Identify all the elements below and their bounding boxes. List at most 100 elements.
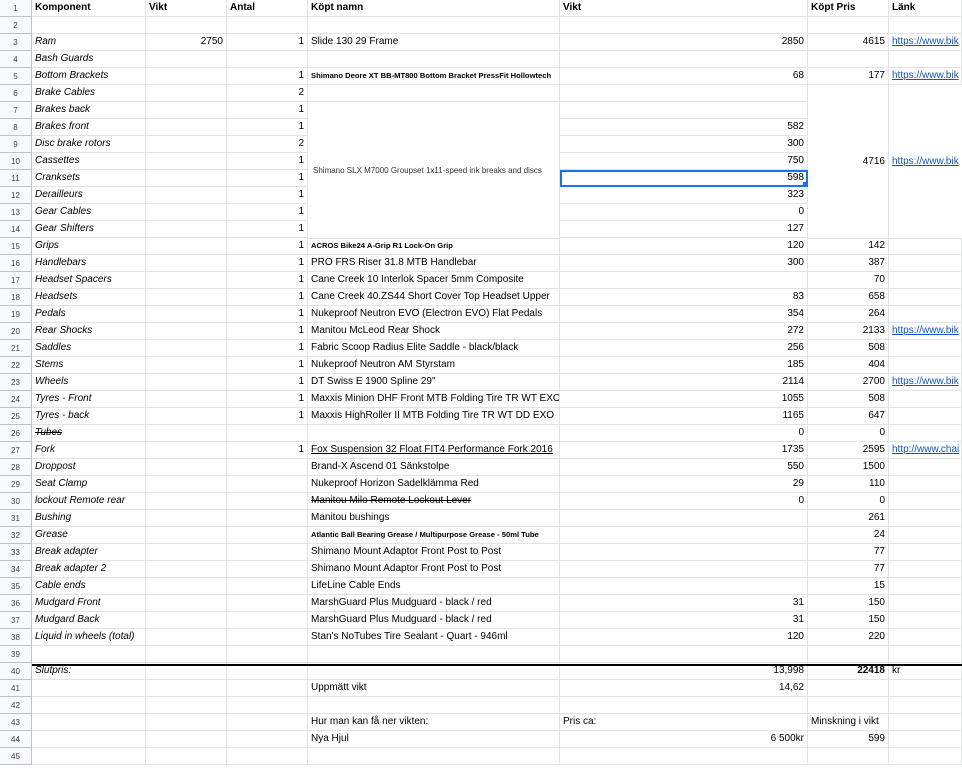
quantity[interactable] (227, 425, 308, 442)
cell-c[interactable] (227, 680, 308, 697)
component-name[interactable]: Gear Cables (32, 204, 146, 221)
component-name[interactable]: Break adapter (32, 544, 146, 561)
purchased-price[interactable]: 77 (808, 544, 889, 561)
row-number[interactable]: 5 (0, 68, 32, 85)
quantity[interactable]: 1 (227, 340, 308, 357)
purchased-weight[interactable]: 2850 (560, 34, 808, 51)
product-link[interactable] (889, 510, 962, 527)
purchased-weight[interactable]: 300 (560, 255, 808, 272)
weight-estimate[interactable] (146, 578, 227, 595)
row-number[interactable]: 20 (0, 323, 32, 340)
product-link[interactable] (889, 544, 962, 561)
purchased-weight[interactable] (560, 272, 808, 289)
cell-f[interactable] (808, 17, 889, 34)
row-number[interactable]: 45 (0, 748, 32, 765)
row-number[interactable]: 14 (0, 221, 32, 238)
purchased-price[interactable]: 220 (808, 629, 889, 646)
reduce-weight-heading[interactable]: Hur man kan få ner vikten: (308, 714, 560, 731)
purchased-price[interactable]: 508 (808, 340, 889, 357)
cell-d[interactable] (308, 697, 560, 714)
cell-v[interactable] (560, 697, 808, 714)
weight-estimate[interactable]: 2750 (146, 34, 227, 51)
cell-a[interactable] (32, 748, 146, 765)
purchased-weight[interactable]: 2114 (560, 374, 808, 391)
cell-d[interactable] (308, 646, 560, 663)
row-number[interactable]: 28 (0, 459, 32, 476)
row-number[interactable]: 23 (0, 374, 32, 391)
product-link[interactable]: http://www.chai (889, 442, 962, 459)
quantity[interactable] (227, 493, 308, 510)
purchased-name[interactable]: Shimano Mount Adaptor Front Post to Post (308, 544, 560, 561)
cell-d[interactable] (308, 748, 560, 765)
purchased-price[interactable]: 0 (808, 493, 889, 510)
row-number[interactable]: 4 (0, 51, 32, 68)
quantity[interactable]: 1 (227, 255, 308, 272)
cell-c[interactable] (227, 748, 308, 765)
quantity[interactable] (227, 544, 308, 561)
row-number[interactable]: 26 (0, 425, 32, 442)
purchased-name[interactable] (308, 51, 560, 68)
header-vikt2[interactable]: Vikt (560, 0, 808, 17)
purchased-name[interactable]: Cane Creek 10 Interlok Spacer 5mm Compos… (308, 272, 560, 289)
component-name[interactable]: Liquid in wheels (total) (32, 629, 146, 646)
purchased-price[interactable]: 647 (808, 408, 889, 425)
purchased-weight[interactable]: 256 (560, 340, 808, 357)
quantity[interactable]: 2 (227, 85, 308, 102)
component-name[interactable]: Tubes (32, 425, 146, 442)
purchased-price[interactable]: 77 (808, 561, 889, 578)
weight-estimate[interactable] (146, 425, 227, 442)
row-number[interactable]: 43 (0, 714, 32, 731)
component-name[interactable]: Headsets (32, 289, 146, 306)
purchased-weight[interactable]: 750 (560, 153, 808, 170)
component-name[interactable]: Cable ends (32, 578, 146, 595)
product-link[interactable] (889, 391, 962, 408)
cell-b[interactable] (146, 646, 227, 663)
purchased-weight[interactable]: 83 (560, 289, 808, 306)
component-name[interactable]: lockout Remote rear (32, 493, 146, 510)
product-link[interactable] (889, 238, 962, 255)
weight-estimate[interactable] (146, 544, 227, 561)
row-number[interactable]: 44 (0, 731, 32, 748)
cell-f[interactable] (808, 646, 889, 663)
purchased-weight[interactable]: 120 (560, 629, 808, 646)
quantity[interactable]: 1 (227, 187, 308, 204)
purchased-name[interactable]: Brand-X Ascend 01 Sänkstolpe (308, 459, 560, 476)
cell-a[interactable] (32, 17, 146, 34)
new-wheels-price[interactable]: 6 500kr (560, 731, 808, 748)
purchased-price[interactable]: 261 (808, 510, 889, 527)
cell-c[interactable] (227, 17, 308, 34)
header-kopt_namn[interactable]: Köpt namn (308, 0, 560, 17)
weight-estimate[interactable] (146, 357, 227, 374)
groupset-link[interactable]: https://www.bik (889, 85, 962, 239)
row-number[interactable]: 1 (0, 0, 32, 17)
quantity[interactable]: 1 (227, 119, 308, 136)
purchased-weight[interactable]: 582 (560, 119, 808, 136)
measured-weight-value[interactable]: 14,62 (560, 680, 808, 697)
weight-estimate[interactable] (146, 170, 227, 187)
component-name[interactable]: Disc brake rotors (32, 136, 146, 153)
new-wheels-label[interactable]: Nya Hjul (308, 731, 560, 748)
purchased-weight[interactable]: 323 (560, 187, 808, 204)
purchased-weight[interactable]: 1735 (560, 442, 808, 459)
cell-v[interactable] (560, 17, 808, 34)
row-number[interactable]: 3 (0, 34, 32, 51)
purchased-name[interactable]: Fabric Scoop Radius Elite Saddle - black… (308, 340, 560, 357)
cell-f[interactable] (808, 697, 889, 714)
row-number[interactable]: 33 (0, 544, 32, 561)
purchased-weight[interactable]: 31 (560, 612, 808, 629)
cell-b[interactable] (146, 17, 227, 34)
purchased-name[interactable]: MarshGuard Plus Mudguard - black / red (308, 595, 560, 612)
product-link[interactable] (889, 578, 962, 595)
quantity[interactable]: 1 (227, 221, 308, 238)
product-link[interactable] (889, 306, 962, 323)
purchased-weight[interactable]: 550 (560, 459, 808, 476)
quantity[interactable]: 1 (227, 408, 308, 425)
component-name[interactable]: Tyres - Front (32, 391, 146, 408)
cell-b[interactable] (146, 731, 227, 748)
cell-a[interactable] (32, 697, 146, 714)
purchased-name[interactable]: PRO FRS Riser 31.8 MTB Handlebar (308, 255, 560, 272)
cell-g[interactable] (889, 646, 962, 663)
purchased-name[interactable]: Nukeproof Neutron EVO (Electron EVO) Fla… (308, 306, 560, 323)
row-number[interactable]: 12 (0, 187, 32, 204)
component-name[interactable]: Derailleurs (32, 187, 146, 204)
